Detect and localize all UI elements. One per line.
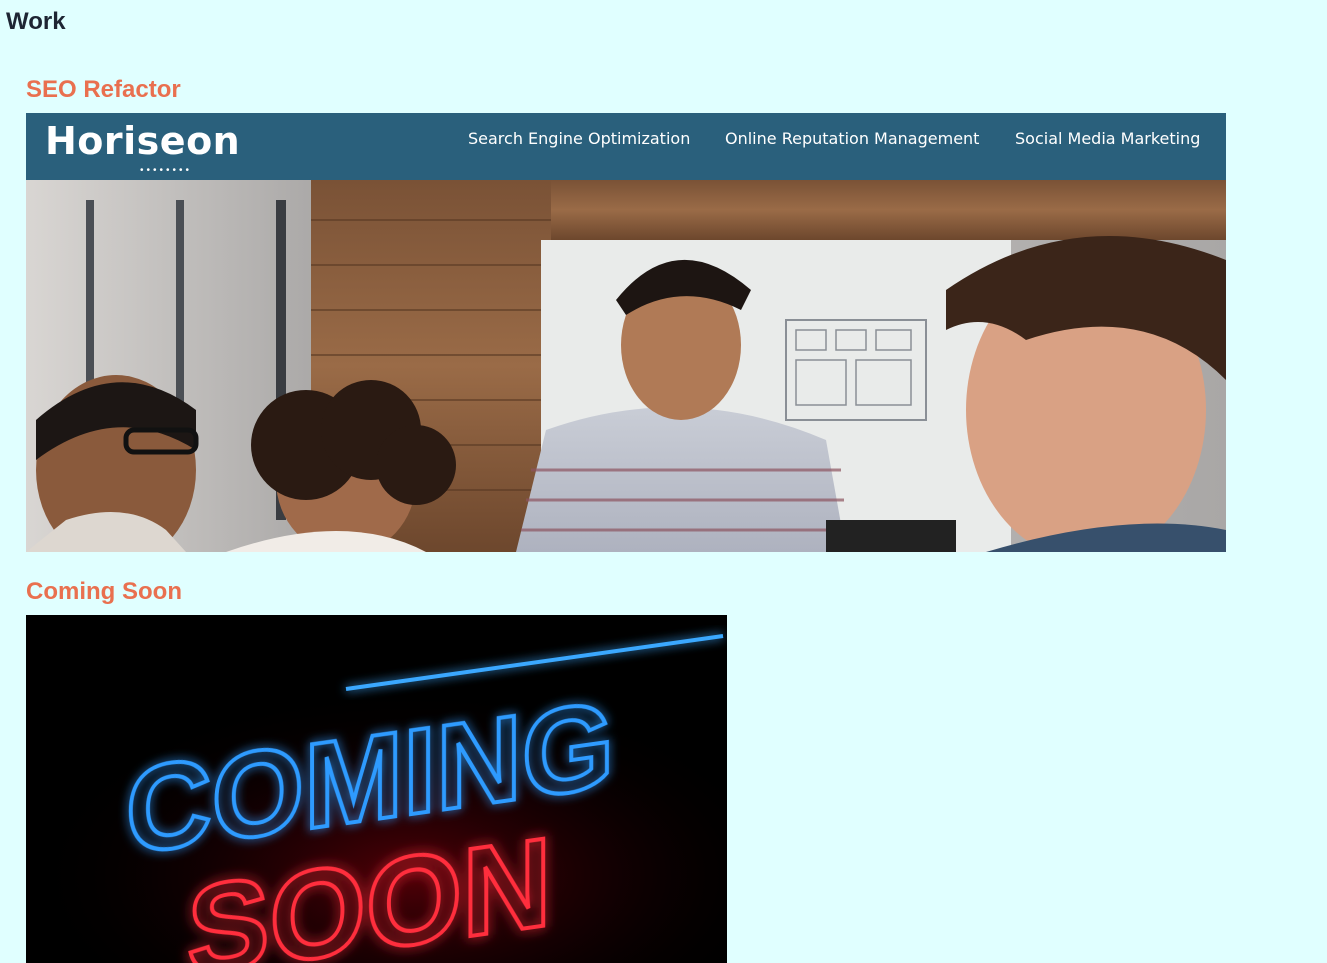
section-title: Work [6, 8, 66, 35]
screenshot-nav-seo: Search Engine Optimization [468, 129, 691, 148]
team-meeting-photo [26, 180, 1226, 552]
project-image-seo-refactor[interactable]: Horiseon •••••••• Search Engine Optimiza… [26, 113, 1226, 552]
screenshot-nav-social: Social Media Marketing [1015, 129, 1201, 148]
project-title-seo-refactor[interactable]: SEO Refactor [26, 76, 181, 104]
screenshot-header-bar: Horiseon •••••••• Search Engine Optimiza… [26, 113, 1226, 180]
project-title-coming-soon[interactable]: Coming Soon [26, 578, 182, 606]
neon-coming-soon-graphic: COMING SOON [26, 615, 727, 963]
screenshot-nav-reputation: Online Reputation Management [725, 129, 980, 148]
logo-dots: •••••••• [140, 165, 193, 176]
project-image-coming-soon[interactable]: COMING SOON [26, 615, 727, 963]
screenshot-logo: Horiseon [45, 119, 241, 163]
